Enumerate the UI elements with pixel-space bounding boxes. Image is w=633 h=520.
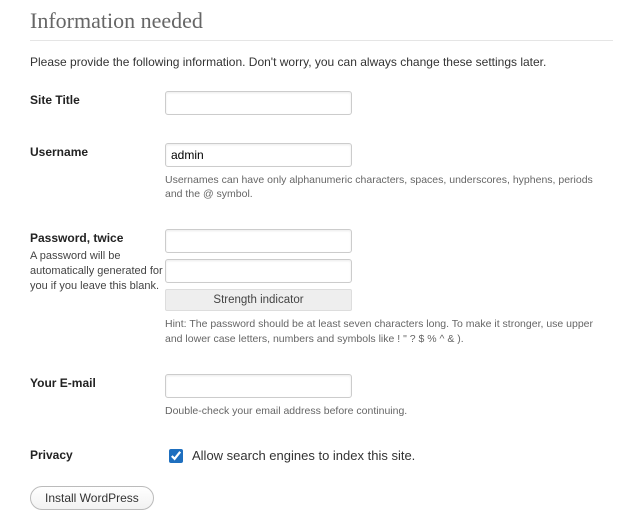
- page-heading: Information needed: [30, 8, 613, 34]
- intro-text: Please provide the following information…: [30, 55, 613, 69]
- site-title-input[interactable]: [165, 91, 352, 115]
- privacy-checkbox[interactable]: [169, 449, 183, 463]
- privacy-label: Privacy: [30, 448, 165, 462]
- row-privacy: Privacy Allow search engines to index th…: [30, 446, 613, 466]
- username-label: Username: [30, 145, 165, 159]
- password-input-2[interactable]: [165, 259, 352, 283]
- divider: [30, 40, 613, 41]
- email-label: Your E-mail: [30, 376, 165, 390]
- email-hint: Double-check your email address before c…: [165, 404, 613, 418]
- submit-row: Install WordPress: [30, 486, 613, 510]
- password-strength-indicator: Strength indicator: [165, 289, 352, 311]
- install-wordpress-button[interactable]: Install WordPress: [30, 486, 154, 510]
- privacy-checkbox-row[interactable]: Allow search engines to index this site.: [165, 446, 613, 466]
- site-title-label: Site Title: [30, 93, 165, 107]
- username-hint: Usernames can have only alphanumeric cha…: [165, 173, 613, 201]
- row-password: Password, twice A password will be autom…: [30, 229, 613, 345]
- row-site-title: Site Title: [30, 91, 613, 115]
- email-input[interactable]: [165, 374, 352, 398]
- password-hint: Hint: The password should be at least se…: [165, 317, 613, 345]
- row-username: Username Usernames can have only alphanu…: [30, 143, 613, 201]
- username-input[interactable]: [165, 143, 352, 167]
- privacy-checkbox-label: Allow search engines to index this site.: [192, 448, 415, 463]
- password-label: Password, twice: [30, 231, 165, 245]
- password-input-1[interactable]: [165, 229, 352, 253]
- row-email: Your E-mail Double-check your email addr…: [30, 374, 613, 418]
- password-sublabel: A password will be automatically generat…: [30, 249, 165, 294]
